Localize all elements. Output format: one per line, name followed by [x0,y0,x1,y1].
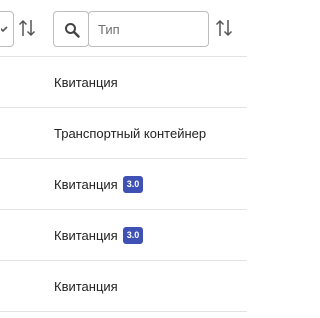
previous-column-filter-dropdown[interactable] [0,11,14,47]
search-icon [65,23,80,38]
type-cell: Квитанция [54,261,118,311]
version-badge: 3.0 [122,226,144,244]
version-badge: 3.0 [122,175,144,193]
type-filter-input[interactable] [88,11,209,47]
type-label: Транспортный контейнер [54,125,207,141]
sort-previous-column-button[interactable] [17,17,37,39]
table-row[interactable]: Транспортный контейнер [0,108,247,159]
table-header [0,0,247,57]
type-cell: Квитанция 3.0 [54,159,144,209]
type-label: Квитанция [54,176,118,192]
table-row[interactable]: Квитанция [0,57,247,108]
type-cell: Квитанция [54,57,118,107]
chevron-down-icon [1,26,8,33]
type-label: Квитанция [54,74,118,90]
type-label: Квитанция [54,278,118,294]
table-row[interactable]: Квитанция 3.0 [0,159,247,210]
sort-type-column-button[interactable] [214,17,234,39]
type-label: Квитанция [54,227,118,243]
sort-arrows-icon [18,19,36,37]
table-row[interactable]: Квитанция 3.0 [0,210,247,261]
type-search-button[interactable] [53,11,89,47]
sort-arrows-icon [215,19,233,37]
type-cell: Квитанция 3.0 [54,210,144,260]
table-row[interactable]: Квитанция [0,261,247,312]
type-cell: Транспортный контейнер [54,108,206,158]
